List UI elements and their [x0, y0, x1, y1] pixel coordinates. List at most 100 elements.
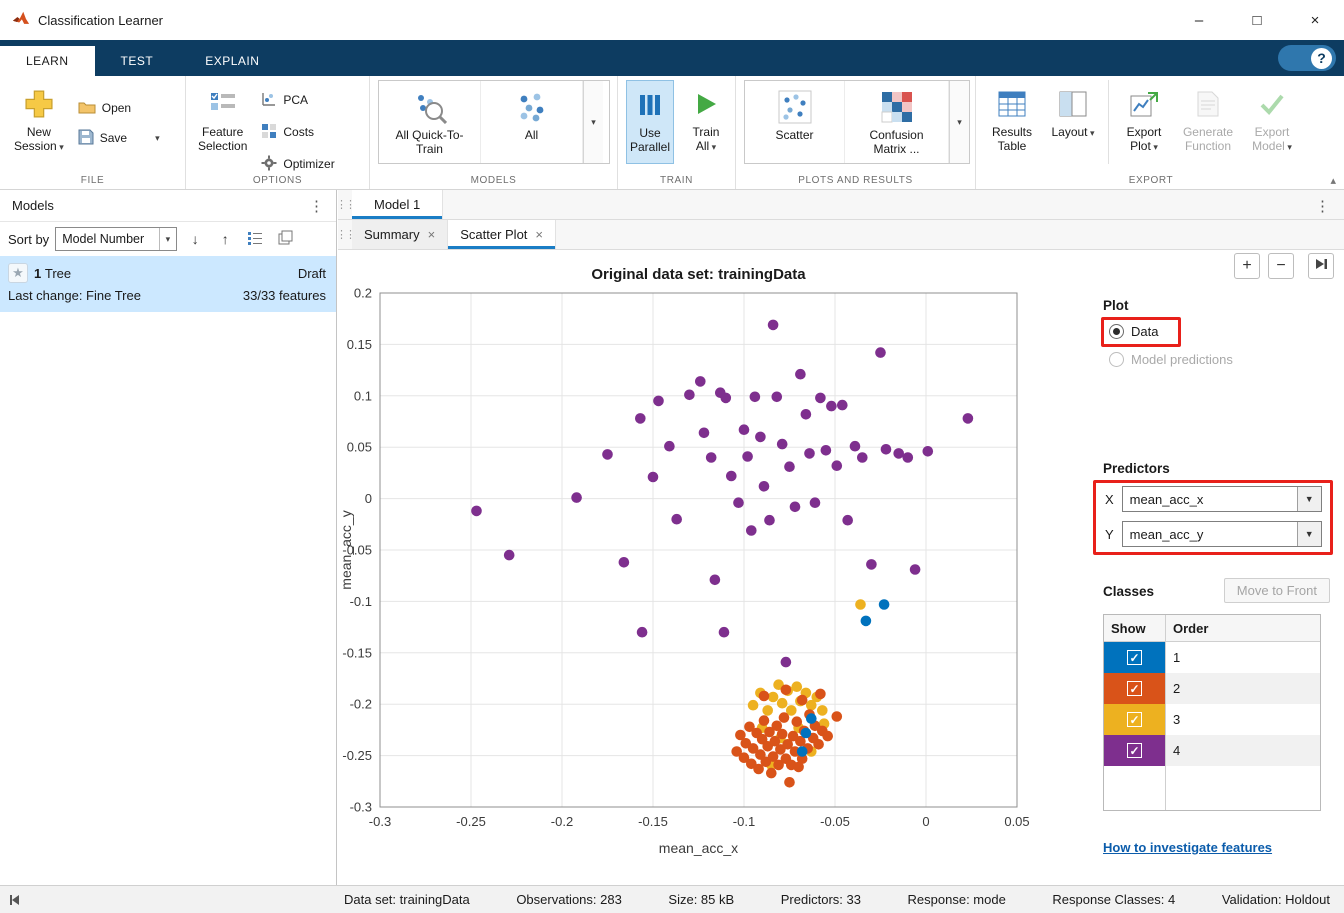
costs-button[interactable]: Costs	[261, 120, 334, 144]
svg-text:-0.1: -0.1	[733, 814, 755, 829]
model-predictions-radio[interactable]: Model predictions	[1109, 352, 1233, 367]
class-visibility-checkbox[interactable]: ✓	[1127, 681, 1142, 696]
sub-tab-drag-handle-icon: ⋮⋮	[338, 220, 352, 249]
class-visibility-checkbox[interactable]: ✓	[1127, 650, 1142, 665]
optimizer-button[interactable]: Optimizer	[261, 152, 334, 176]
confusion-matrix-icon	[880, 88, 914, 126]
pca-icon	[261, 91, 277, 110]
scatter-tab-close-icon[interactable]: ×	[535, 227, 543, 242]
save-button[interactable]: Save ▾	[78, 126, 160, 150]
zoom-out-button[interactable]: −	[1268, 253, 1294, 279]
model-name: Tree	[45, 266, 71, 281]
collapse-statusbar-icon[interactable]	[8, 893, 22, 910]
sort-descending-button[interactable]: ↓	[183, 227, 207, 251]
all-models-button[interactable]: All	[481, 81, 583, 163]
matlab-logo-icon	[12, 10, 30, 31]
models-gallery: All Quick-To- Train All ▾	[378, 80, 610, 164]
new-session-caret-icon: ▾	[57, 142, 64, 152]
close-button[interactable]: ×	[1286, 0, 1344, 40]
model-status-badge: Draft	[298, 266, 326, 281]
doc-tab-label: Model 1	[374, 197, 420, 212]
svg-text:0.05: 0.05	[347, 440, 372, 455]
sort-by-select[interactable]: Model Number ▾	[55, 227, 177, 251]
move-to-front-button[interactable]: Move to Front	[1224, 578, 1330, 603]
y-predictor-select[interactable]: mean_acc_y ▼	[1122, 521, 1322, 547]
use-parallel-button[interactable]: Use Parallel	[626, 80, 674, 164]
tab-summary[interactable]: Summary ×	[352, 220, 448, 249]
models-gallery-dropdown-button[interactable]: ▾	[583, 81, 603, 163]
sort-by-label: Sort by	[8, 232, 49, 247]
generate-function-button[interactable]: Generate Function	[1179, 80, 1237, 154]
window-title: Classification Learner	[38, 13, 163, 28]
export-model-check-icon	[1259, 86, 1285, 122]
class-visibility-checkbox[interactable]: ✓	[1127, 712, 1142, 727]
optimizer-label: Optimizer	[283, 157, 334, 171]
maximize-button[interactable]: □	[1228, 0, 1286, 40]
tab-explain[interactable]: EXPLAIN	[179, 46, 285, 76]
export-plot-button[interactable]: Export Plot ▾	[1119, 80, 1169, 154]
export-model-button[interactable]: Export Model ▾	[1247, 80, 1297, 154]
summary-tab-close-icon[interactable]: ×	[428, 227, 436, 242]
status-item: Observations: 283	[516, 892, 622, 907]
train-all-button[interactable]: Train All ▾	[682, 80, 730, 154]
layout-caret-icon: ▾	[1088, 128, 1095, 138]
results-table-label: Results Table	[992, 125, 1032, 154]
status-item: Size: 85 kB	[668, 892, 734, 907]
open-button[interactable]: Open	[78, 96, 160, 120]
status-item: Validation: Holdout	[1222, 892, 1330, 907]
plots-gallery-dropdown-button[interactable]: ▾	[949, 81, 969, 163]
x-predictor-select[interactable]: mean_acc_x ▼	[1122, 486, 1322, 512]
tab-model-1[interactable]: Model 1	[352, 190, 443, 219]
model-list-item[interactable]: ★ 1 Tree Draft Last change: Fine Tree 33…	[0, 256, 336, 312]
tab-scatter-plot[interactable]: Scatter Plot ×	[448, 220, 556, 249]
favorite-star-icon[interactable]: ★	[8, 263, 28, 283]
class-visibility-checkbox[interactable]: ✓	[1127, 743, 1142, 758]
class-order-cell[interactable]: 3	[1166, 704, 1320, 735]
use-parallel-icon	[637, 87, 663, 123]
svg-text:0.15: 0.15	[347, 337, 372, 352]
doc-tabbar-menu-icon[interactable]: ⋮	[1315, 197, 1330, 215]
help-button[interactable]: ?	[1278, 45, 1336, 71]
class-order-cell[interactable]: 1	[1166, 642, 1320, 673]
minimize-button[interactable]: –	[1170, 0, 1228, 40]
results-table-button[interactable]: Results Table	[986, 80, 1038, 154]
scatter-plot[interactable]: -0.3-0.25-0.2-0.15-0.1-0.0500.05-0.3-0.2…	[338, 255, 1090, 873]
duplicate-view-button[interactable]	[273, 227, 297, 251]
use-parallel-label: Use Parallel	[630, 126, 670, 155]
x-predictor-dropdown-icon[interactable]: ▼	[1297, 487, 1321, 511]
tab-test[interactable]: TEST	[95, 46, 180, 76]
new-session-button[interactable]: New Session ▾	[14, 80, 64, 154]
how-to-investigate-features-link[interactable]: How to investigate features	[1103, 840, 1272, 855]
sort-ascending-button[interactable]: ↑	[213, 227, 237, 251]
class-order-cell[interactable]: 2	[1166, 673, 1320, 704]
all-models-label: All	[525, 128, 538, 142]
pan-forward-button[interactable]	[1308, 253, 1334, 279]
ribbon-section-file: New Session ▾ Open Save ▾ FILE	[0, 76, 186, 189]
list-view-button[interactable]	[243, 227, 267, 251]
save-disk-icon	[78, 129, 94, 148]
optimizer-gear-icon	[261, 155, 277, 174]
scatter-plot-button[interactable]: Scatter	[745, 81, 845, 163]
class-order-cell[interactable]: 4	[1166, 735, 1320, 766]
all-quick-to-train-button[interactable]: All Quick-To- Train	[379, 81, 481, 163]
confusion-matrix-button[interactable]: Confusion Matrix ...	[845, 81, 949, 163]
y-predictor-dropdown-icon[interactable]: ▼	[1297, 522, 1321, 546]
svg-text:0: 0	[365, 491, 372, 506]
svg-text:mean_acc_y: mean_acc_y	[338, 510, 354, 589]
ribbon-section-train: Use Parallel Train All ▾ TRAIN	[618, 76, 736, 189]
feature-selection-button[interactable]: Feature Selection	[198, 80, 247, 154]
pca-button[interactable]: PCA	[261, 88, 334, 112]
doc-tab-drag-handle-icon: ⋮⋮	[338, 190, 352, 219]
all-quick-to-train-icon	[413, 88, 447, 126]
data-radio[interactable]: Data	[1109, 324, 1158, 339]
zoom-in-button[interactable]: +	[1234, 253, 1260, 279]
duplicate-icon	[278, 230, 293, 248]
model-predictions-radio-label: Model predictions	[1131, 352, 1233, 367]
models-panel-menu-icon[interactable]: ⋮	[309, 197, 324, 215]
tab-learn[interactable]: LEARN	[0, 46, 95, 76]
y-predictor-value: mean_acc_y	[1123, 527, 1297, 542]
layout-button[interactable]: Layout ▾	[1048, 80, 1098, 139]
ribbon-section-options: Feature Selection PCA Costs	[186, 76, 370, 189]
plots-gallery: Scatter Confusion Matrix ... ▾	[744, 80, 970, 164]
collapse-ribbon-button[interactable]: ▴	[1330, 174, 1336, 187]
